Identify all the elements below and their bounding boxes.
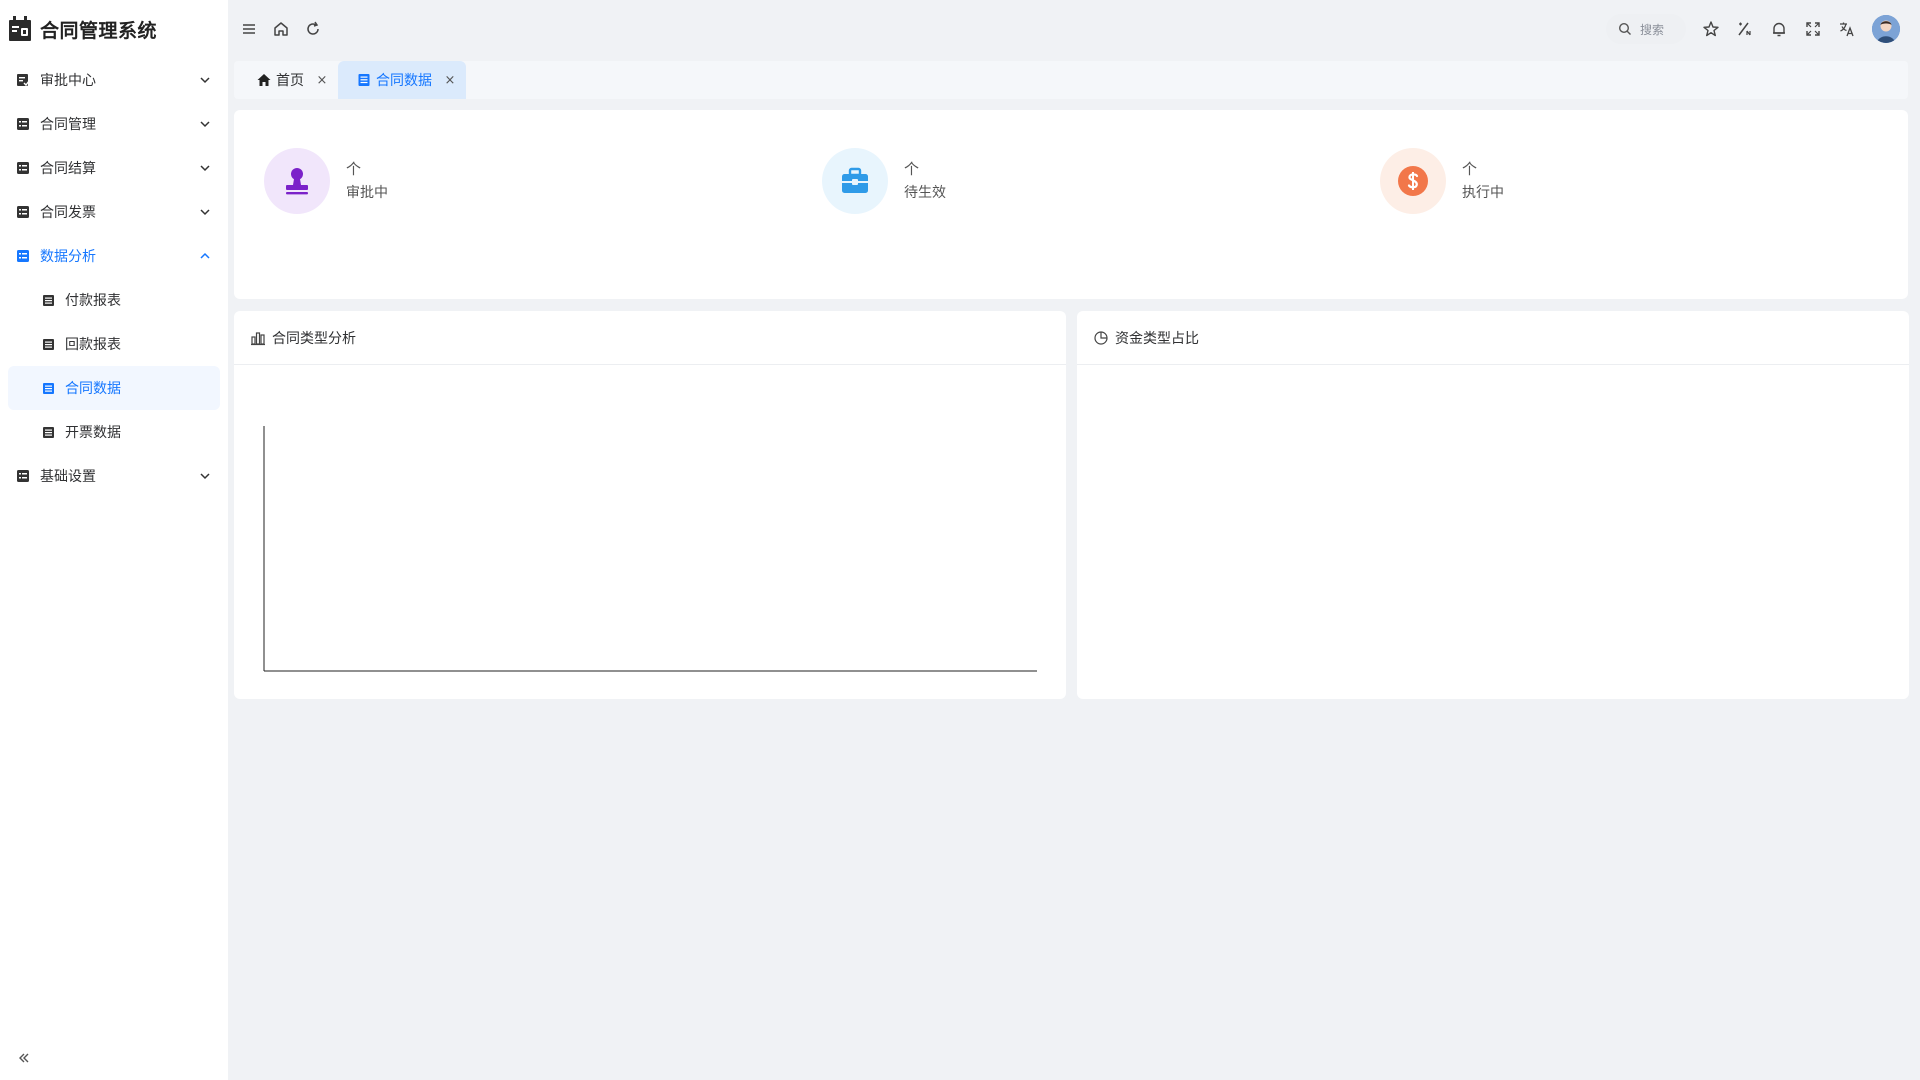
avatar[interactable]	[1872, 15, 1900, 43]
sidebar-subitem-payment-report[interactable]: 付款报表	[8, 278, 220, 322]
list-box-icon	[16, 469, 30, 483]
stat-text: 个 待生效	[904, 157, 946, 205]
stat-executing: 个 执行中	[1380, 148, 1504, 214]
sidebar-item-label: 数据分析	[40, 249, 96, 265]
sidebar-item-label: 审批中心	[40, 73, 96, 89]
chevron-down-icon	[198, 161, 212, 175]
search-icon	[1618, 22, 1632, 36]
header-right-tools: 搜索	[1606, 14, 1900, 44]
tab-close-button[interactable]: ×	[444, 73, 456, 88]
fund-type-chart	[1077, 366, 1909, 696]
collapse-sidebar-icon[interactable]	[16, 1050, 32, 1066]
document-icon	[42, 426, 55, 439]
sidebar-item-contract-management[interactable]: 合同管理	[0, 102, 228, 146]
brand[interactable]: 合同管理系统	[0, 0, 228, 58]
briefcase-icon	[822, 148, 888, 214]
document-icon	[42, 294, 55, 307]
sidebar-subitem-collection-report[interactable]: 回款报表	[8, 322, 220, 366]
fullscreen-icon[interactable]	[1804, 20, 1822, 38]
sidebar-item-label: 合同结算	[40, 161, 96, 177]
list-box-icon	[16, 249, 30, 263]
sidebar-item-data-analysis[interactable]: 数据分析	[0, 234, 228, 278]
app-layout: 合同管理系统 审批中心 合同管理 合同结算 合同发票 数据分析 付款报表 回款报…	[0, 0, 1920, 1080]
clear-cache-icon[interactable]	[1736, 20, 1754, 38]
tab-close-button[interactable]: ×	[316, 73, 328, 88]
top-header: 搜索	[228, 0, 1920, 58]
list-box-icon	[16, 205, 30, 219]
home-icon[interactable]	[272, 20, 290, 38]
document-icon	[356, 72, 372, 88]
sidebar-item-contract-settlement[interactable]: 合同结算	[0, 146, 228, 190]
chevron-down-icon	[198, 117, 212, 131]
bell-icon[interactable]	[1770, 20, 1788, 38]
document-icon	[42, 338, 55, 351]
home-filled-icon	[256, 72, 272, 88]
search-placeholder: 搜索	[1640, 22, 1665, 37]
stat-label: 待生效	[904, 185, 946, 201]
chevron-down-icon	[198, 73, 212, 87]
sidebar-item-basic-settings[interactable]: 基础设置	[0, 454, 228, 498]
sidebar: 合同管理系统 审批中心 合同管理 合同结算 合同发票 数据分析 付款报表 回款报…	[0, 0, 228, 1080]
stat-approving: 个 审批中	[264, 148, 388, 214]
sidebar-subitem-label: 付款报表	[65, 293, 121, 309]
chevron-up-icon	[198, 249, 212, 263]
list-box-icon	[16, 117, 30, 131]
chevron-down-icon	[198, 205, 212, 219]
dollar-icon	[1380, 148, 1446, 214]
panel-title: 合同类型分析	[272, 330, 356, 347]
stat-value: 个	[346, 160, 362, 178]
pie-chart-icon	[1093, 330, 1109, 346]
panel-header: 资金类型占比	[1077, 311, 1909, 365]
stat-text: 个 执行中	[1462, 157, 1504, 205]
sidebar-subitem-invoice-data[interactable]: 开票数据	[8, 410, 220, 454]
sidebar-subitem-label: 回款报表	[65, 337, 121, 353]
sidebar-item-contract-invoice[interactable]: 合同发票	[0, 190, 228, 234]
search-input[interactable]: 搜索	[1606, 14, 1686, 44]
panel-title: 资金类型占比	[1115, 330, 1199, 347]
logo-icon	[8, 15, 32, 43]
sidebar-item-label: 合同管理	[40, 117, 96, 133]
stat-text: 个 审批中	[346, 157, 388, 205]
sidebar-item-approval-center[interactable]: 审批中心	[0, 58, 228, 102]
translate-icon[interactable]	[1838, 20, 1856, 38]
tab-label: 首页	[276, 73, 304, 89]
stat-label: 执行中	[1462, 185, 1504, 201]
stamp-icon	[264, 148, 330, 214]
approval-doc-icon	[16, 73, 30, 87]
fund-type-panel: 资金类型占比	[1077, 311, 1909, 699]
stat-value: 个	[1462, 160, 1478, 178]
tab-label: 合同数据	[376, 73, 432, 89]
bar-chart-icon	[250, 330, 266, 346]
menu-icon[interactable]	[240, 20, 258, 38]
sidebar-subitem-contract-data[interactable]: 合同数据	[8, 366, 220, 410]
refresh-icon[interactable]	[304, 20, 322, 38]
app-title: 合同管理系统	[40, 19, 158, 42]
sidebar-item-label: 基础设置	[40, 469, 96, 485]
stat-label: 审批中	[346, 185, 388, 201]
document-icon	[42, 382, 55, 395]
chevron-down-icon	[198, 469, 212, 483]
contract-type-chart	[234, 366, 1066, 696]
sidebar-menu: 审批中心 合同管理 合同结算 合同发票 数据分析 付款报表 回款报表 合同数据 …	[0, 58, 228, 498]
sidebar-item-label: 合同发票	[40, 205, 96, 221]
stats-card: 个 审批中 个 待生效 个 执行中	[234, 110, 1908, 299]
panel-header: 合同类型分析	[234, 311, 1066, 365]
tab-home[interactable]: 首页 ×	[238, 61, 338, 99]
tab-bar: 首页 × 合同数据 ×	[234, 61, 1908, 99]
stat-pending-effective: 个 待生效	[822, 148, 946, 214]
header-left-tools	[228, 20, 322, 38]
star-icon[interactable]	[1702, 20, 1720, 38]
contract-type-panel: 合同类型分析	[234, 311, 1066, 699]
sidebar-subitem-label: 开票数据	[65, 425, 121, 441]
list-box-icon	[16, 161, 30, 175]
stat-value: 个	[904, 160, 920, 178]
tab-contract-data[interactable]: 合同数据 ×	[338, 61, 466, 99]
sidebar-subitem-label: 合同数据	[65, 381, 121, 397]
